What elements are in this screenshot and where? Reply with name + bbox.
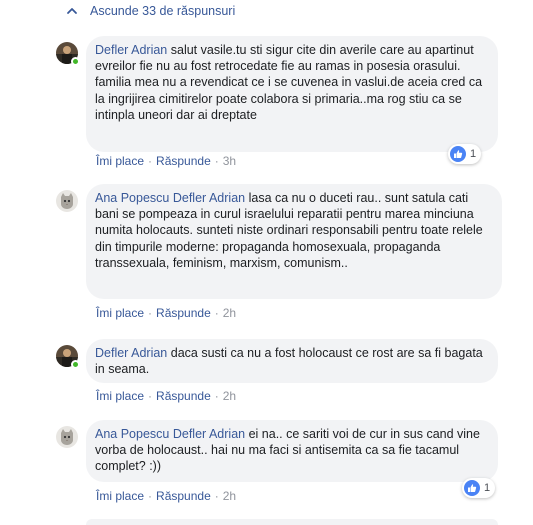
comment-author[interactable]: Defler Adrian: [95, 346, 167, 360]
comment-bubble: Defler Adrian salut vasile.tu sti sigur …: [86, 36, 498, 152]
comment-author[interactable]: Ana Popescu: [95, 427, 169, 441]
separator: ·: [148, 489, 153, 503]
hide-replies-label: Ascunde 33 de răspunsuri: [90, 4, 236, 18]
comment-timestamp[interactable]: 2h: [223, 389, 236, 403]
comment-actions: Îmi place · Răspunde · 2h: [96, 488, 236, 504]
avatar[interactable]: [56, 426, 78, 448]
separator: ·: [148, 154, 153, 168]
comment-timestamp[interactable]: 3h: [223, 154, 236, 168]
comment-actions: Îmi place · Răspunde · 2h: [96, 388, 236, 404]
comment-actions: Îmi place · Răspunde · 3h: [96, 153, 236, 169]
chevron-up-icon: [67, 8, 77, 14]
separator: ·: [214, 306, 219, 320]
reaction-count: 1: [484, 482, 491, 494]
reaction-summary[interactable]: 1: [448, 144, 482, 164]
hide-replies-toggle[interactable]: Ascunde 33 de răspunsuri: [66, 2, 235, 20]
comment-timestamp[interactable]: 2h: [223, 489, 236, 503]
separator: ·: [214, 154, 219, 168]
comment-bubble: Defler Adrian daca susti ca nu a fost ho…: [86, 339, 498, 383]
comment-actions: Îmi place · Răspunde · 2h: [96, 305, 236, 321]
like-button[interactable]: Îmi place: [96, 154, 144, 168]
next-comment-bubble: [86, 519, 498, 525]
comment-bubble: Ana Popescu Defler Adrian lasa ca nu o d…: [86, 184, 502, 299]
reaction-summary[interactable]: 1: [462, 478, 496, 498]
separator: ·: [148, 306, 153, 320]
like-icon: [464, 480, 480, 496]
comment-timestamp[interactable]: 2h: [223, 306, 236, 320]
comment-mention[interactable]: Defler Adrian: [173, 191, 245, 205]
like-button[interactable]: Îmi place: [96, 489, 144, 503]
reaction-count: 1: [470, 148, 477, 160]
comment-bubble: Ana Popescu Defler Adrian ei na.. ce sar…: [86, 420, 498, 482]
reply-button[interactable]: Răspunde: [156, 389, 211, 403]
separator: ·: [214, 489, 219, 503]
comment-author[interactable]: Defler Adrian: [95, 43, 167, 57]
reply-button[interactable]: Răspunde: [156, 306, 211, 320]
comment-author[interactable]: Ana Popescu: [95, 191, 169, 205]
like-button[interactable]: Îmi place: [96, 389, 144, 403]
like-button[interactable]: Îmi place: [96, 306, 144, 320]
online-status-indicator: [71, 57, 80, 66]
separator: ·: [148, 389, 153, 403]
online-status-indicator: [71, 360, 80, 369]
separator: ·: [214, 389, 219, 403]
reply-button[interactable]: Răspunde: [156, 489, 211, 503]
reply-button[interactable]: Răspunde: [156, 154, 211, 168]
avatar[interactable]: [56, 190, 78, 212]
comment-mention[interactable]: Defler Adrian: [173, 427, 245, 441]
like-icon: [450, 146, 466, 162]
